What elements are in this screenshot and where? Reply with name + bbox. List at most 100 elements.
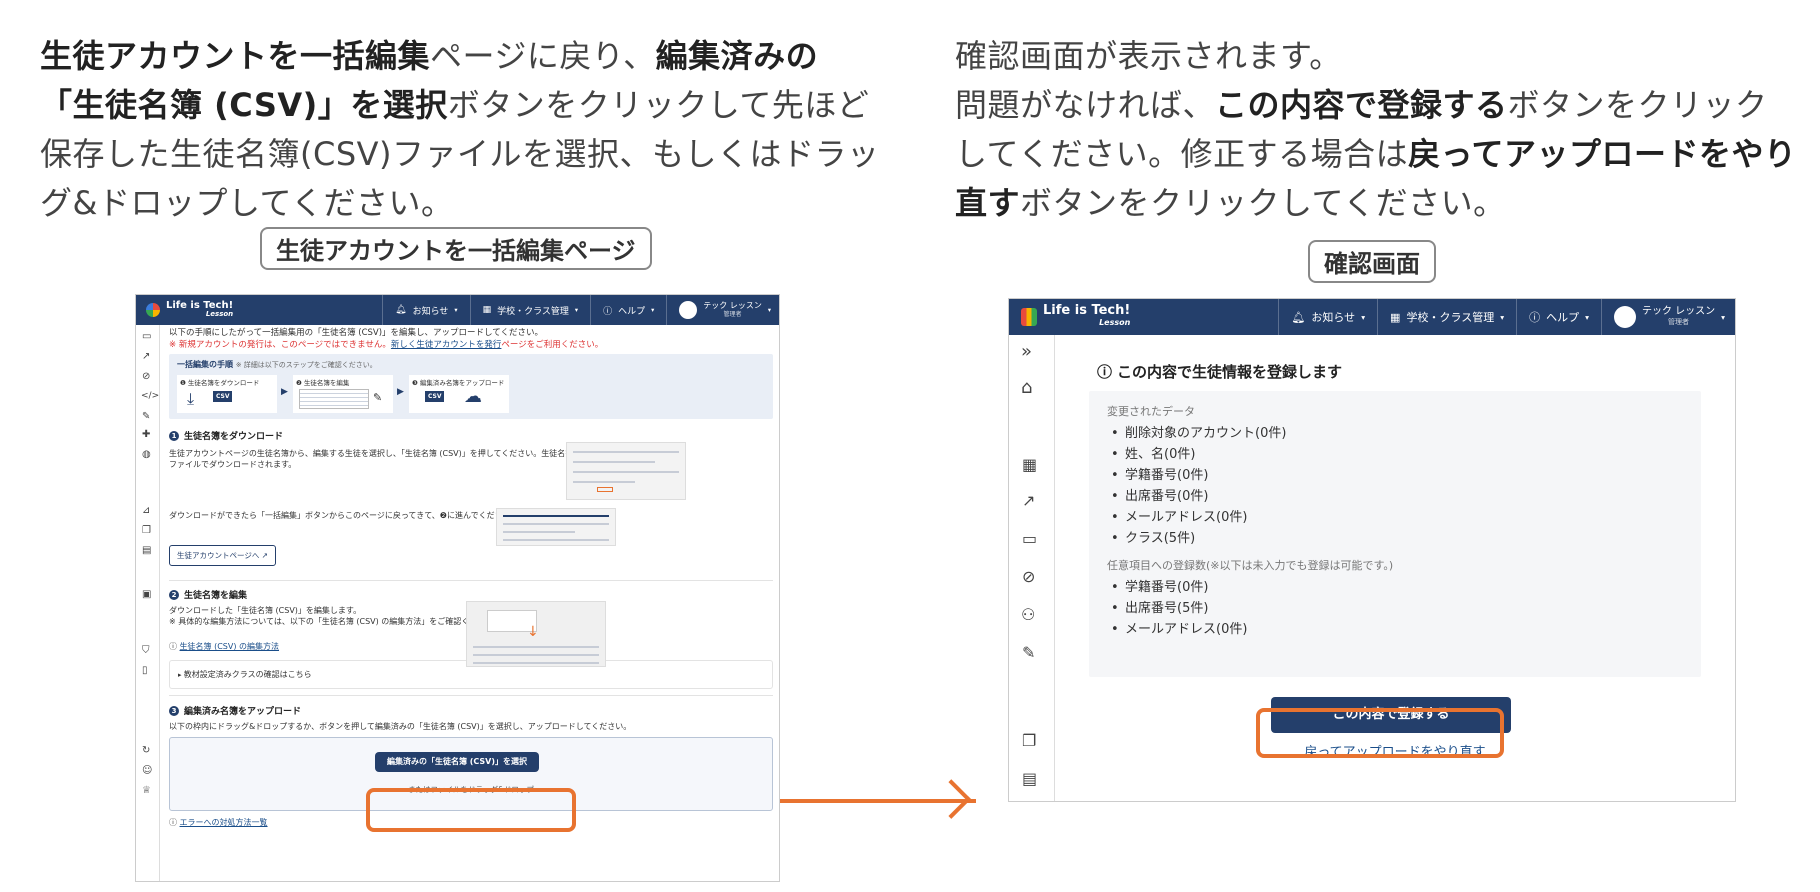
step-number-badge: 1	[169, 430, 179, 441]
nav-help[interactable]: ⓘ ヘルプ ▾	[1516, 299, 1601, 335]
avatar	[679, 301, 698, 319]
user-role: 管理者	[1668, 318, 1690, 326]
instr-text-4: グ&ドロップしてください。	[40, 184, 454, 222]
logo-text: Life is Tech!	[1043, 303, 1131, 318]
left-instruction: 生徒アカウントを一括編集ページに戻り、編集済みの 「生徒名簿 (CSV)」を選択…	[40, 32, 880, 228]
instr-text-2: ボタンをクリックして先ほど	[447, 86, 870, 124]
list-item: 学籍番号(0件)	[1107, 465, 1683, 486]
step-number-badge: 3	[169, 705, 179, 716]
nav-user[interactable]: テック レッスン 管理者 ▾	[1600, 299, 1735, 335]
chevron-down-icon: ▾	[1500, 312, 1505, 322]
pencil-icon: ✎	[373, 391, 383, 404]
trend-icon[interactable]: ↗	[142, 351, 150, 362]
instr-text-5: ボタンをクリックしてください。	[1020, 184, 1506, 222]
help-icon: ⓘ	[603, 306, 613, 317]
chevron-down-icon: ▾	[1585, 312, 1589, 322]
optional-label: 任意項目への登録数(※以下は未入力でも登録は可能です。)	[1107, 559, 1394, 572]
chart-icon[interactable]: ⊿	[142, 505, 150, 516]
section3-desc: 以下の枠内にドラッグ&ドロップするか、ボタンを押して編集済みの「生徒名簿 (CS…	[169, 722, 632, 731]
shield-icon[interactable]: ⛉	[142, 645, 150, 656]
highlight-select-csv	[366, 788, 576, 832]
nav-school[interactable]: ▦ 学校・クラス管理 ▾	[469, 295, 591, 325]
step-number-badge: 2	[169, 589, 179, 600]
steps-title: 一括編集の手順	[177, 360, 233, 369]
code-icon[interactable]: </>	[141, 391, 159, 401]
doc-edit-icon[interactable]: ▤	[142, 545, 151, 556]
right-topbar: Life is Tech! Lesson 🔔︎ お知らせ ▾ ▦ 学校・クラス管理 ▾ …	[1009, 299, 1735, 335]
right-logo[interactable]: Life is Tech! Lesson	[1009, 303, 1278, 329]
select-csv-button[interactable]: 編集済みの「生徒名簿 (CSV)」を選択	[375, 752, 539, 772]
trend-icon[interactable]: ↗	[1022, 491, 1035, 510]
section3-title-text: 編集済み名簿をアップロード	[184, 707, 302, 717]
user-name: テック レッスン	[703, 301, 762, 310]
palette-icon[interactable]: ◍	[142, 449, 151, 460]
section1-title-text: 生徒名簿をダウンロード	[184, 432, 284, 442]
nav-news[interactable]: 🔔︎ お知らせ ▾	[1278, 299, 1377, 335]
user-name: テック レッスン	[1641, 306, 1716, 317]
nav-user[interactable]: テック レッスン 管理者 ▾	[666, 295, 779, 325]
nav-help[interactable]: ⓘ ヘルプ ▾	[590, 295, 666, 325]
instr-bold-2: 戻ってアップロードをやり	[1408, 135, 1797, 173]
copy-icon[interactable]: ❐	[142, 525, 151, 536]
confirm-heading: ⓘ この内容で生徒情報を登録します	[1097, 361, 1342, 382]
copy-icon[interactable]: ❐	[1022, 731, 1036, 750]
pen-icon[interactable]: ✎	[142, 411, 150, 422]
pen-icon[interactable]: ✎	[1022, 643, 1035, 662]
steps-note: ※ 詳細は以下のステップをご確認ください。	[235, 361, 377, 369]
step-label: ❶ 生徒名簿をダウンロード	[180, 379, 260, 387]
file-icon[interactable]: ▣	[142, 589, 151, 600]
logo-mark-icon	[1021, 308, 1037, 326]
instr-text-3: ボタンをクリック	[1507, 86, 1768, 124]
right-instruction: 確認画面が表示されます。 問題がなければ、この内容で登録するボタンをクリック し…	[955, 32, 1815, 228]
list-item: 出席番号(0件)	[1107, 486, 1683, 507]
nav-school[interactable]: ▦ 学校・クラス管理 ▾	[1377, 299, 1516, 335]
home-icon[interactable]: ⌂	[1021, 377, 1032, 398]
step-card-1: ❶ 生徒名簿をダウンロード ⤓ CSV	[177, 375, 277, 413]
nav-school-label: 学校・クラス管理	[1406, 311, 1495, 324]
nav-news[interactable]: 🔔︎ お知らせ ▾	[382, 295, 469, 325]
left-caption: 生徒アカウントを一括編集ページ	[260, 227, 652, 270]
presentation-icon[interactable]: ▭	[1022, 529, 1037, 548]
divider	[169, 580, 773, 581]
warning-link[interactable]: 新しく生徒アカウントを発行	[391, 340, 502, 350]
calendar-icon[interactable]: ▦	[1022, 455, 1037, 474]
users-icon[interactable]: ⚇	[1021, 605, 1035, 624]
nav-help-label: ヘルプ	[618, 306, 646, 317]
warning-tail: ページをご利用ください。	[501, 340, 604, 350]
trophy-icon[interactable]: ♕	[142, 785, 151, 796]
doc-icon[interactable]: ▯	[142, 665, 148, 676]
warning-text: ※ 新規アカウントの発行は、このページではできません。	[169, 340, 391, 350]
list-item: 姓、名(0件)	[1107, 444, 1683, 465]
instr-text-3: 保存した生徒名簿(CSV)ファイルを選択、もしくはドラッ	[40, 135, 880, 173]
edit-method-link[interactable]: 生徒名簿 (CSV) の編集方法	[180, 642, 279, 651]
help-circle-icon: ⓘ	[169, 818, 180, 827]
list-item: 学籍番号(0件)	[1107, 577, 1683, 598]
chevron-down-icon: ▾	[1361, 312, 1366, 322]
doc-edit-icon[interactable]: ▤	[1022, 769, 1037, 788]
smile-icon[interactable]: ☺	[142, 765, 152, 776]
step-card-3: ❸ 編集済み名簿をアップロード CSV ☁	[409, 375, 509, 413]
loop-icon[interactable]: ↻	[142, 745, 150, 756]
changed-label: 変更されたデータ	[1107, 405, 1195, 418]
section2-thumb: ↓	[466, 601, 606, 667]
puzzle-icon[interactable]: ✚	[142, 429, 150, 440]
chevron-down-icon: ▾	[1721, 312, 1725, 322]
step-label: ❷ 生徒名簿を編集	[296, 379, 350, 387]
check-circle-icon[interactable]: ⊘	[1022, 567, 1035, 586]
bell-icon: 🔔︎	[395, 305, 407, 315]
steps-box: 一括編集の手順 ※ 詳細は以下のステップをご確認ください。 ❶ 生徒名簿をダウン…	[169, 354, 773, 419]
list-item: 削除対象のアカウント(0件)	[1107, 423, 1683, 444]
left-logo[interactable]: Life is Tech! Lesson	[136, 301, 382, 319]
check-circle-icon[interactable]: ⊘	[142, 371, 150, 382]
presentation-icon[interactable]: ▭	[142, 331, 151, 342]
instr-text-2: 問題がなければ、	[955, 86, 1216, 124]
expand-icon[interactable]: »	[1021, 341, 1032, 362]
error-link[interactable]: エラーへの対処方法一覧	[180, 818, 268, 827]
section1-thumb-1	[566, 442, 686, 500]
chevron-down-icon: ▾	[574, 306, 579, 314]
left-topbar: Life is Tech! Lesson 🔔︎ お知らせ ▾ ▦ 学校・クラス管理 ▾ …	[136, 295, 779, 325]
instr-bold-3: 直す	[955, 184, 1021, 222]
accordion-label: 教材設定済みクラスの確認はこちら	[183, 670, 312, 679]
student-account-page-button[interactable]: 生徒アカウントページへ ↗	[169, 545, 277, 566]
nav-news-label: お知らせ	[412, 306, 449, 317]
